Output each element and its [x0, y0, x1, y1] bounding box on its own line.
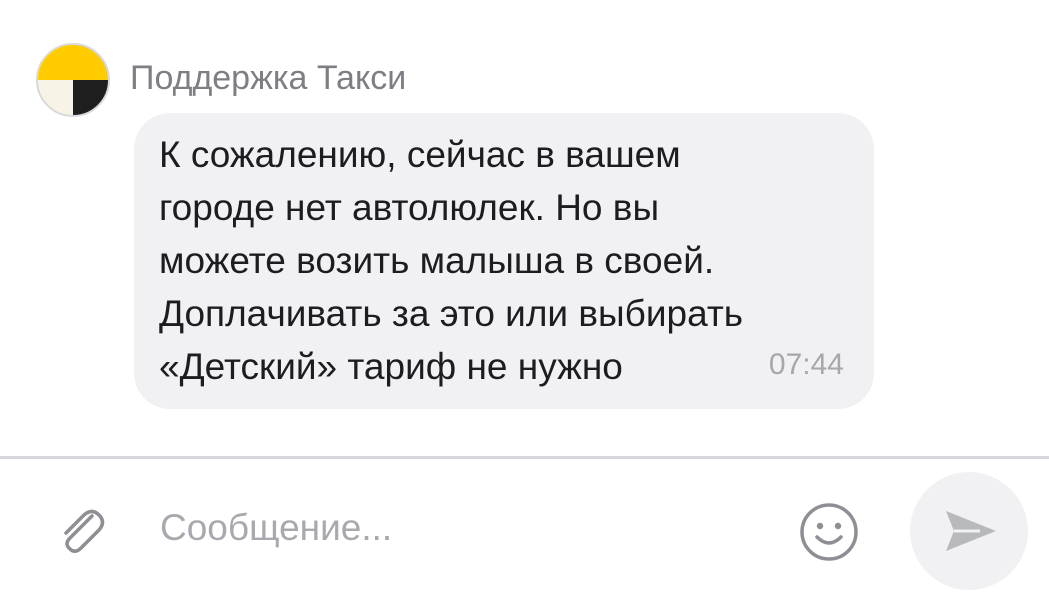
send-arrow-icon [946, 511, 996, 551]
smiley-icon [800, 503, 858, 561]
attach-button[interactable] [52, 502, 110, 560]
message-timestamp: 07:44 [768, 348, 844, 381]
message-text-line: Доплачивать за это или выбирать [159, 293, 744, 334]
sender-avatar[interactable] [35, 42, 111, 118]
taxi-logo-icon [36, 43, 110, 117]
send-button[interactable] [910, 472, 1028, 590]
message-text-line: можете возить малыша в своей. [159, 240, 715, 281]
message-text-line: К сожалению, сейчас в вашем [159, 134, 681, 175]
message-bubble: К сожалению, сейчас в вашем городе нет а… [134, 113, 874, 409]
message-text-line: «Детский» тариф не нужно [159, 346, 623, 387]
composer-divider [0, 456, 1049, 459]
emoji-button[interactable] [798, 501, 860, 563]
paperclip-icon [64, 509, 105, 553]
message-text-line: городе нет автолюлек. Но вы [159, 187, 660, 228]
sender-name: Поддержка Такси [130, 59, 407, 97]
message-input[interactable] [160, 500, 760, 556]
